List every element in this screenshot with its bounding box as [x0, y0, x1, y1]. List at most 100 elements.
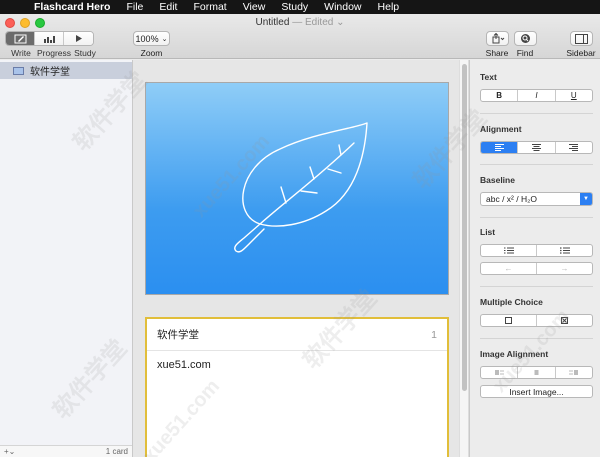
divider: [480, 286, 593, 287]
image-align-left-button[interactable]: [481, 367, 519, 378]
chevron-down-icon: ▼: [580, 193, 592, 205]
image-right-icon: [569, 370, 579, 375]
align-center-button[interactable]: [518, 142, 556, 153]
window-title[interactable]: Untitled — Edited ⌄: [0, 17, 600, 28]
alignment-section-title: Alignment: [480, 124, 522, 134]
zoom-label: Zoom: [140, 48, 163, 58]
align-right-button[interactable]: [556, 142, 592, 153]
card-text-editor[interactable]: 软件学堂 1 xue51.com: [145, 317, 449, 457]
chevron-down-icon: ⌄: [8, 447, 16, 456]
menu-study[interactable]: Study: [273, 0, 316, 14]
text-section: Text B I U: [480, 72, 593, 102]
choice-unchecked-button[interactable]: [481, 315, 537, 326]
find-button[interactable]: [514, 31, 537, 46]
indent-buttons: ← →: [480, 262, 593, 275]
scrollbar-thumb[interactable]: [462, 64, 467, 391]
image-align-center-button[interactable]: [518, 367, 556, 378]
window-edited-status: — Edited: [292, 17, 334, 28]
deck-name: 软件学堂: [30, 67, 70, 78]
window-title-text: Untitled: [255, 17, 290, 28]
menu-file[interactable]: File: [118, 0, 151, 14]
leaf-icon: [234, 122, 368, 253]
image-align-right-button[interactable]: [556, 367, 592, 378]
share-button[interactable]: [486, 31, 509, 46]
pencil-icon: [14, 34, 26, 43]
divider: [480, 338, 593, 339]
multiple-choice-section-title: Multiple Choice: [480, 297, 543, 307]
card-number: 1: [431, 328, 437, 341]
multiple-choice-buttons: [480, 314, 593, 327]
find-label: Find: [516, 48, 534, 58]
write-label: Write: [11, 48, 31, 58]
deck-sidebar: 软件学堂 +⌄ 1 card: [0, 60, 133, 457]
image-alignment-buttons: [480, 366, 593, 379]
card-count: 1 card: [105, 447, 128, 456]
menu-format[interactable]: Format: [185, 0, 234, 14]
card-front-image[interactable]: [145, 82, 449, 295]
insert-image-button[interactable]: Insert Image...: [480, 385, 593, 398]
bold-button[interactable]: B: [481, 90, 519, 101]
text-style-buttons: B I U: [480, 89, 593, 102]
list-section: List ← →: [480, 227, 593, 275]
italic-button[interactable]: I: [518, 90, 556, 101]
progress-label: Progress: [37, 48, 72, 58]
add-card-button[interactable]: +⌄: [4, 447, 15, 456]
menu-edit[interactable]: Edit: [151, 0, 185, 14]
alignment-buttons: [480, 141, 593, 154]
bullet-list-button[interactable]: [537, 245, 592, 256]
card-answer-row[interactable]: xue51.com: [147, 351, 447, 379]
sidebar-toggle-button[interactable]: [570, 31, 593, 46]
align-left-icon: [494, 144, 504, 151]
image-alignment-section-title: Image Alignment: [480, 349, 549, 359]
inspector-panel: Text B I U Alignment Baseline abc / x² /…: [469, 60, 600, 457]
card-editor-canvas: 软件学堂 1 xue51.com: [133, 60, 459, 457]
sidebar-item-deck[interactable]: 软件学堂: [0, 62, 132, 79]
chevron-down-icon: ⌄: [336, 17, 345, 28]
multiple-choice-section: Multiple Choice: [480, 297, 593, 327]
menu-window[interactable]: Window: [316, 0, 369, 14]
alignment-section: Alignment: [480, 124, 593, 154]
checkbox-empty-icon: [505, 317, 512, 324]
choice-checked-button[interactable]: [537, 315, 592, 326]
chevron-down-icon: ⌄: [161, 35, 168, 43]
zoom-dropdown[interactable]: 100% ⌄: [133, 31, 170, 46]
align-center-icon: [531, 144, 541, 151]
baseline-dropdown[interactable]: abc / x² / H₂O ▼: [480, 192, 593, 206]
progress-mode-button[interactable]: [35, 32, 64, 45]
baseline-section-title: Baseline: [480, 175, 515, 185]
menu-help[interactable]: Help: [370, 0, 408, 14]
study-mode-button[interactable]: [64, 32, 93, 45]
divider: [480, 164, 593, 165]
indent-button[interactable]: →: [537, 263, 592, 274]
arrow-right-icon: →: [560, 264, 569, 273]
mode-switcher: [5, 31, 94, 46]
write-mode-button[interactable]: [6, 32, 35, 45]
deck-thumbnail-icon: [13, 66, 24, 75]
play-icon: [76, 35, 82, 42]
zoom-value: 100%: [135, 33, 159, 44]
outdent-button[interactable]: ←: [481, 263, 537, 274]
card-question-row[interactable]: 软件学堂 1: [147, 319, 447, 351]
mode-labels: Write Progress Study: [5, 48, 101, 58]
list-section-title: List: [480, 227, 496, 237]
sidebar-footer: +⌄ 1 card: [0, 445, 132, 457]
numbered-list-button[interactable]: [481, 245, 537, 256]
divider: [480, 113, 593, 114]
list-type-buttons: [480, 244, 593, 257]
menu-bar: Flashcard Hero File Edit Format View Stu…: [0, 0, 600, 14]
bar-chart-icon: [43, 35, 55, 43]
search-icon: [521, 34, 530, 43]
align-left-button[interactable]: [481, 142, 519, 153]
underline-button[interactable]: U: [556, 90, 592, 101]
menu-view[interactable]: View: [235, 0, 274, 14]
sidebar-icon: [575, 33, 588, 44]
checkbox-x-icon: [561, 317, 568, 324]
menu-app[interactable]: Flashcard Hero: [30, 0, 118, 14]
card-answer: xue51.com: [157, 359, 211, 371]
numbered-list-icon: [503, 247, 514, 254]
baseline-value: abc / x² / H₂O: [486, 194, 538, 204]
text-section-title: Text: [480, 72, 497, 82]
align-right-icon: [569, 144, 579, 151]
canvas-scrollbar[interactable]: [459, 60, 469, 457]
sidebar-label: Sidebar: [566, 48, 596, 58]
